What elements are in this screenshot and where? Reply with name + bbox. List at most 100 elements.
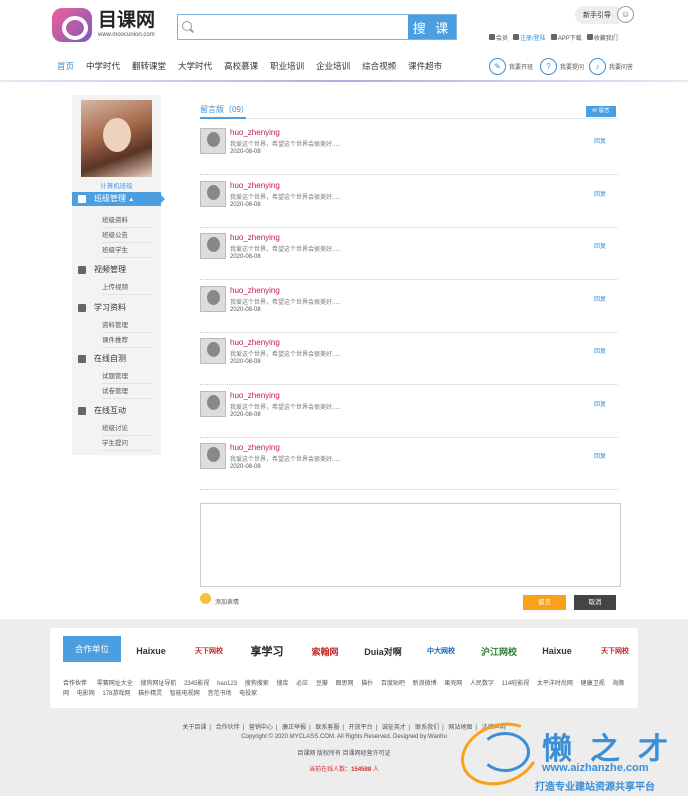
- quick-ask[interactable]: ? 我要提问: [540, 58, 584, 75]
- sidebar-section-class-manage[interactable]: 班级管理 ▲: [72, 192, 165, 206]
- avatar[interactable]: [200, 443, 226, 469]
- message-user[interactable]: huo_zhenying: [230, 338, 280, 347]
- footer-link[interactable]: 合作伙伴: [216, 725, 240, 731]
- partner-link[interactable]: 太平洋时尚网: [537, 681, 573, 687]
- message-user[interactable]: huo_zhenying: [230, 128, 280, 137]
- sidebar-item-question-manage[interactable]: 试题管理: [102, 370, 152, 384]
- avatar[interactable]: [200, 338, 226, 364]
- nav-mooc[interactable]: 高校慕课: [224, 60, 258, 72]
- add-emoji-link[interactable]: 添加表情: [215, 597, 239, 606]
- nav-flipped-class[interactable]: 翻转课堂: [132, 60, 166, 72]
- nav-enterprise[interactable]: 企业培训: [316, 60, 350, 72]
- partner-link[interactable]: 零赛网址大全: [97, 681, 133, 687]
- partner-link[interactable]: 音范书场: [207, 691, 231, 697]
- search-input[interactable]: [178, 15, 408, 39]
- partner-link[interactable]: 猫扑精灵: [138, 691, 162, 697]
- sidebar-item-class-students[interactable]: 班级学生: [102, 244, 152, 258]
- partner-logo[interactable]: Duia对啊: [354, 636, 412, 666]
- partner-link[interactable]: 图思网: [336, 681, 354, 687]
- leave-message-button[interactable]: ✉ 留言: [586, 106, 616, 117]
- avatar[interactable]: [200, 286, 226, 312]
- partner-link[interactable]: 新浪微博: [413, 681, 437, 687]
- sidebar-item-class-info[interactable]: 班级资料: [102, 214, 152, 228]
- partner-link[interactable]: 114啦影视: [502, 681, 530, 687]
- footer-link[interactable]: 关于目课: [182, 725, 206, 731]
- nav-middle-school[interactable]: 中学时代: [86, 60, 120, 72]
- partner-link[interactable]: 2345影视: [184, 681, 209, 687]
- reply-button[interactable]: 回复: [594, 399, 606, 408]
- partner-logo[interactable]: 沪江网校: [470, 636, 528, 666]
- login-link[interactable]: 注册/登陆: [513, 33, 546, 42]
- footer-link[interactable]: 开放平台: [349, 725, 373, 731]
- sidebar-section-materials[interactable]: 学习资料: [72, 301, 161, 315]
- partner-logo[interactable]: Haixue: [122, 636, 180, 666]
- reply-button[interactable]: 回复: [594, 294, 606, 303]
- sidebar-item-courseware-recommend[interactable]: 课件推荐: [102, 334, 152, 348]
- footer-link[interactable]: 联系客服: [315, 725, 339, 731]
- partner-link[interactable]: 百度贴吧: [381, 681, 405, 687]
- partner-link[interactable]: 果壳网: [444, 681, 462, 687]
- partner-link[interactable]: 豆瓣: [316, 681, 328, 687]
- footer-link[interactable]: 诚征英才: [382, 725, 406, 731]
- partner-link[interactable]: 猫扑: [361, 681, 373, 687]
- app-download-link[interactable]: APP下载: [550, 33, 582, 42]
- avatar[interactable]: [200, 233, 226, 259]
- footer-link[interactable]: 廉正举报: [282, 725, 306, 731]
- partner-link[interactable]: 电影网: [77, 691, 95, 697]
- partner-link[interactable]: 智能电视网: [170, 691, 200, 697]
- emoji-icon[interactable]: [200, 593, 211, 604]
- sidebar-section-interaction[interactable]: 在线互动: [72, 404, 161, 418]
- nav-courseware[interactable]: 课件超市: [408, 60, 442, 72]
- nav-vocational[interactable]: 职业培训: [270, 60, 304, 72]
- partner-link[interactable]: 搜库: [276, 681, 288, 687]
- partner-logo[interactable]: 索翰网: [296, 636, 354, 666]
- partner-logo[interactable]: Haixue: [528, 636, 586, 666]
- footer-link[interactable]: 营销中心: [249, 725, 273, 731]
- message-user[interactable]: huo_zhenying: [230, 181, 280, 190]
- partner-link[interactable]: 必应: [296, 681, 308, 687]
- message-textarea[interactable]: [200, 503, 621, 587]
- site-logo[interactable]: 目课网 www.moocunion.com: [52, 7, 172, 43]
- message-user[interactable]: huo_zhenying: [230, 286, 280, 295]
- nav-videos[interactable]: 综合视频: [362, 60, 396, 72]
- nav-college[interactable]: 大学时代: [178, 60, 212, 72]
- sidebar-item-upload-video[interactable]: 上传视频: [102, 281, 152, 295]
- partner-link[interactable]: 电投家: [239, 691, 257, 697]
- sidebar-item-paper-manage[interactable]: 试卷管理: [102, 385, 152, 399]
- partner-link[interactable]: 搜狗搜索: [245, 681, 269, 687]
- quick-answer[interactable]: ♪ 我要问答: [589, 58, 633, 75]
- avatar[interactable]: [200, 128, 226, 154]
- new-user-guide[interactable]: 新手引导 ☺: [575, 5, 639, 24]
- sidebar-section-self-test[interactable]: 在线自测: [72, 352, 161, 366]
- sidebar-item-class-notice[interactable]: 班级公告: [102, 229, 152, 243]
- partner-logo[interactable]: 中大网校: [412, 636, 470, 666]
- reply-button[interactable]: 回复: [594, 241, 606, 250]
- partner-link[interactable]: 178游戏网: [102, 691, 130, 697]
- search-button[interactable]: 搜 课: [408, 15, 456, 39]
- partner-link[interactable]: 搜狗网址导航: [140, 681, 176, 687]
- sidebar-section-video[interactable]: 视频管理: [72, 263, 161, 277]
- nav-home[interactable]: 首页: [57, 60, 74, 72]
- avatar[interactable]: [200, 391, 226, 417]
- reply-button[interactable]: 回复: [594, 136, 606, 145]
- partner-logo[interactable]: 天下网校: [586, 636, 644, 666]
- partner-link[interactable]: hao123: [217, 681, 237, 687]
- sidebar-item-student-questions[interactable]: 学生提问: [102, 437, 152, 451]
- reply-button[interactable]: 回复: [594, 189, 606, 198]
- reply-button[interactable]: 回复: [594, 346, 606, 355]
- cancel-button[interactable]: 取消: [574, 595, 616, 610]
- favorite-link[interactable]: 收藏我们: [586, 33, 618, 42]
- reply-button[interactable]: 回复: [594, 451, 606, 460]
- submit-button[interactable]: 留言: [523, 595, 566, 610]
- footer-link[interactable]: 网站地图: [448, 725, 472, 731]
- partner-link[interactable]: 人民数字: [470, 681, 494, 687]
- class-name[interactable]: 计算机班级: [72, 180, 161, 190]
- sidebar-item-materials-manage[interactable]: 资料管理: [102, 319, 152, 333]
- message-user[interactable]: huo_zhenying: [230, 233, 280, 242]
- message-user[interactable]: huo_zhenying: [230, 443, 280, 452]
- sidebar-item-class-discussion[interactable]: 班级讨论: [102, 422, 152, 436]
- avatar[interactable]: [200, 181, 226, 207]
- member-link[interactable]: 会员: [489, 33, 508, 42]
- partner-link[interactable]: 健康卫视: [581, 681, 605, 687]
- partner-logo[interactable]: 享学习: [238, 636, 296, 666]
